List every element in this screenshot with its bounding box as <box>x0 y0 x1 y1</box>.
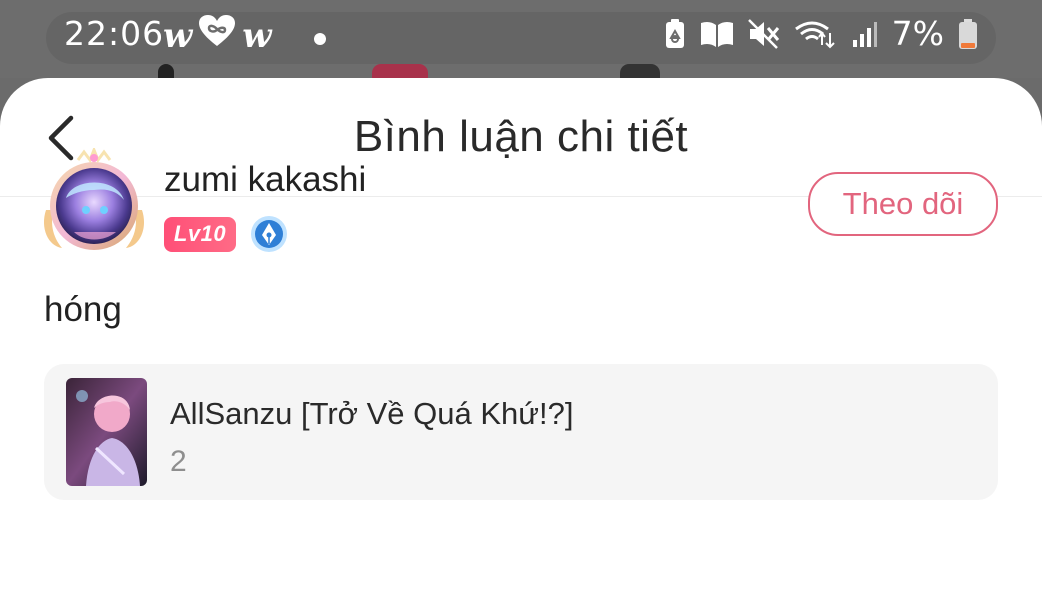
story-title: AllSanzu [Trở Về Quá Khứ!?] <box>170 396 574 431</box>
signal-icon <box>852 20 878 48</box>
book-icon <box>700 20 734 48</box>
level-badge: Lv10 <box>164 216 236 252</box>
story-count: 2 <box>170 445 187 478</box>
notification-dot-icon <box>314 33 326 45</box>
story-card[interactable]: AllSanzu [Trở Về Quá Khứ!?] 2 <box>44 364 998 500</box>
user-badges: Lv10 <box>164 215 288 253</box>
wattpad-icon: w <box>163 15 193 56</box>
battery-icon <box>958 18 978 50</box>
username[interactable]: zumi kakashi <box>164 160 366 200</box>
heart-infinity-icon <box>198 14 236 57</box>
comment-detail-sheet: Bình luận chi tiết <box>0 78 1042 608</box>
wattpad-icon-2: w <box>242 15 272 56</box>
mute-icon <box>747 18 780 49</box>
comment-text: hóng <box>44 290 122 329</box>
follow-button[interactable]: Theo dõi <box>808 172 998 236</box>
notification-icons: w w <box>163 14 272 57</box>
system-icons: 7% <box>664 14 978 53</box>
pen-badge-icon <box>250 215 288 253</box>
battery-percent: 7% <box>891 14 944 53</box>
battery-saver-icon <box>664 18 686 50</box>
status-time: 22:06 <box>64 14 165 53</box>
page-title: Bình luận chi tiết <box>353 112 689 161</box>
wifi-icon <box>794 19 838 49</box>
story-cover-image <box>66 378 147 486</box>
avatar[interactable] <box>38 145 150 260</box>
status-bar: 22:06 w w 7% <box>0 0 1042 78</box>
